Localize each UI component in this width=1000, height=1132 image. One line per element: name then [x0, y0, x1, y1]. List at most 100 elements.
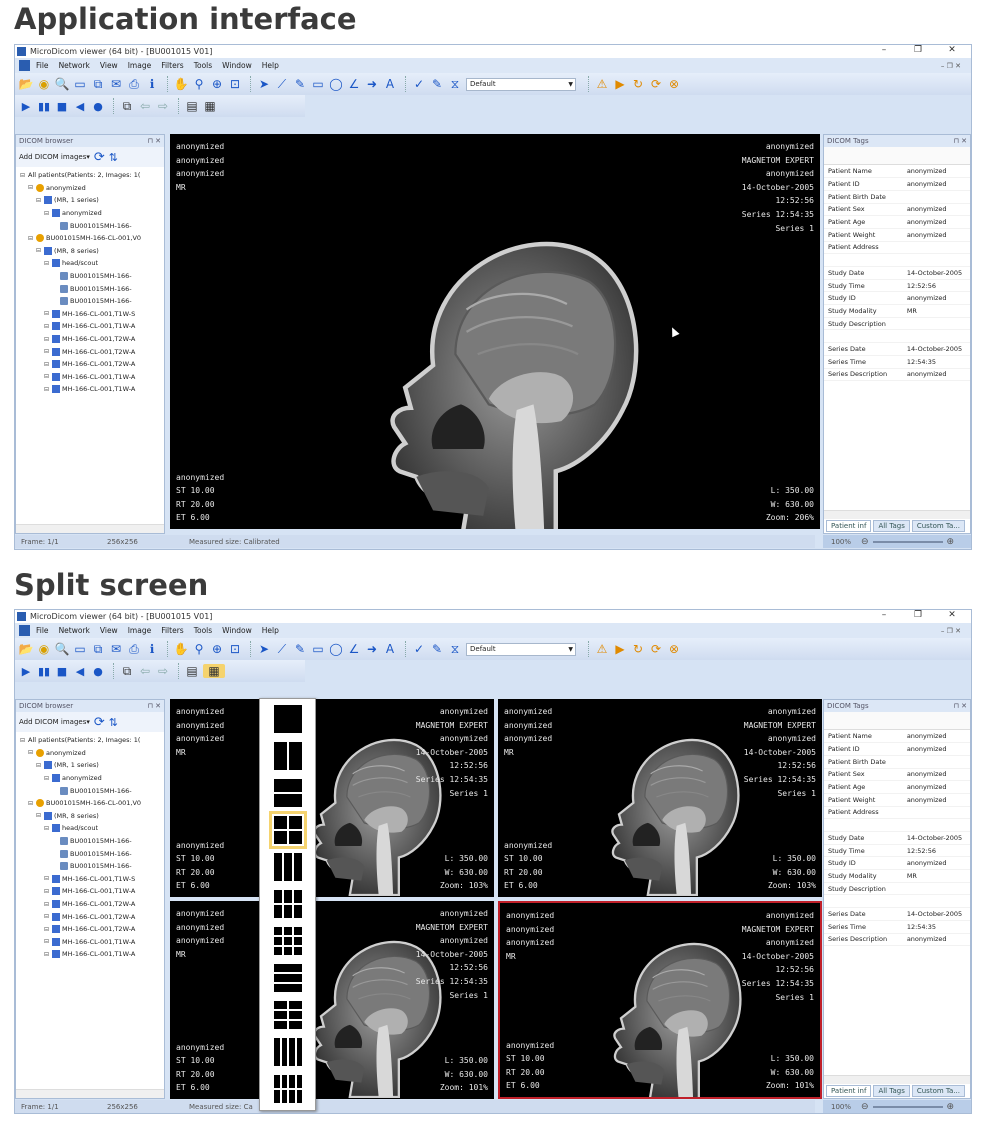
zoom-out-icon[interactable]: ⊖: [861, 1102, 869, 1112]
menu-item-file[interactable]: File: [36, 61, 49, 70]
back-arrow-icon[interactable]: ⇦: [138, 664, 152, 678]
record-icon[interactable]: ●: [91, 664, 105, 678]
layout-2x1-icon[interactable]: [272, 777, 304, 809]
expand-toggle-icon[interactable]: ⊟: [20, 737, 27, 744]
reset-icon[interactable]: ⊗: [667, 77, 681, 91]
tab-2[interactable]: Custom Ta...: [911, 520, 965, 532]
forward-arrow-icon[interactable]: ⇨: [156, 664, 170, 678]
sort-icon[interactable]: ⇅: [109, 151, 118, 164]
menu-item-tools[interactable]: Tools: [194, 626, 212, 635]
disc-icon[interactable]: ◉: [37, 642, 51, 656]
tree-node[interactable]: ⊟ (MR, 8 series): [18, 245, 164, 258]
tree-node[interactable]: ⊟ MH-166-CL-001,T1W-A: [18, 936, 164, 949]
layout-2x3-icon[interactable]: [272, 888, 304, 920]
menu-item-window[interactable]: Window: [222, 61, 252, 70]
fit-icon[interactable]: ⊡: [228, 77, 242, 91]
panel-pin-icon[interactable]: ⊓ ✕: [953, 137, 970, 145]
tree-node[interactable]: ⊟ MH-166-CL-001,T1W-A: [18, 320, 164, 333]
menu-item-filters[interactable]: Filters: [161, 61, 183, 70]
layout-1x4-icon[interactable]: [272, 1036, 304, 1068]
tree-node[interactable]: ⊟ (MR, 1 series): [18, 759, 164, 772]
tab-1[interactable]: All Tags: [873, 520, 910, 532]
layout-1x3-icon[interactable]: [272, 851, 304, 883]
fit-icon[interactable]: ⊡: [228, 642, 242, 656]
layout-1x2-icon[interactable]: [272, 740, 304, 772]
export-icon[interactable]: ▭: [73, 642, 87, 656]
tree-node[interactable]: BU001015MH-166-: [18, 847, 164, 860]
panel-pin-icon[interactable]: ⊓ ✕: [147, 702, 164, 710]
chevron-down-icon[interactable]: ▾: [86, 718, 90, 726]
expand-toggle-icon[interactable]: ⊟: [44, 210, 51, 217]
preset-combo[interactable]: Default ▼: [466, 642, 576, 656]
prev-icon[interactable]: ◀: [73, 99, 87, 113]
play-icon[interactable]: ▶: [19, 99, 33, 113]
expand-toggle-icon[interactable]: ⊟: [44, 901, 51, 908]
close-icon[interactable]: ✕: [945, 610, 959, 620]
split-layout-icon[interactable]: ▦: [203, 664, 225, 678]
disc-icon[interactable]: ◉: [37, 77, 51, 91]
menu-item-filters[interactable]: Filters: [161, 626, 183, 635]
expand-toggle-icon[interactable]: ⊟: [44, 336, 51, 343]
tree-node[interactable]: ⊟ All patients(Patients: 2, Images: 1(: [18, 169, 164, 182]
image-viewport[interactable]: anonymized anonymized anonymized MR anonymiz…: [170, 901, 494, 1099]
tree-node[interactable]: ⊟ MH-166-CL-001,T2W-A: [18, 898, 164, 911]
expand-toggle-icon[interactable]: ⊟: [44, 875, 51, 882]
app-menu-icon[interactable]: [19, 60, 30, 71]
ellipse-icon[interactable]: ◯: [329, 77, 343, 91]
menu-item-file[interactable]: File: [36, 626, 49, 635]
pen-icon[interactable]: ✎: [430, 77, 444, 91]
tab-2[interactable]: Custom Ta...: [911, 1085, 965, 1097]
pointer-icon[interactable]: ➤: [257, 77, 271, 91]
tree-node[interactable]: ⊟ anonymized: [18, 747, 164, 760]
single-view-icon[interactable]: ▤: [185, 99, 199, 113]
maximize-icon[interactable]: ❐: [911, 610, 925, 620]
maximize-icon[interactable]: ❐: [911, 45, 925, 55]
filter-icon[interactable]: ⧖: [448, 77, 462, 91]
forward-arrow-icon[interactable]: ⇨: [156, 99, 170, 113]
tree-node[interactable]: ⊟ MH-166-CL-001,T2W-A: [18, 923, 164, 936]
refresh-icon[interactable]: ⟳: [94, 715, 105, 730]
zoom-slider[interactable]: [872, 1105, 943, 1108]
refresh-icon[interactable]: ⟳: [649, 77, 663, 91]
menu-item-help[interactable]: Help: [262, 61, 279, 70]
expand-toggle-icon[interactable]: ⊟: [44, 926, 51, 933]
expand-toggle-icon[interactable]: ⊟: [44, 373, 51, 380]
horizontal-scrollbar[interactable]: [16, 524, 164, 533]
expand-toggle-icon[interactable]: ⊟: [28, 235, 35, 242]
play-icon[interactable]: ▶: [613, 77, 627, 91]
pen-icon[interactable]: ✎: [430, 642, 444, 656]
email-icon[interactable]: ✉: [109, 77, 123, 91]
expand-toggle-icon[interactable]: ⊟: [36, 812, 43, 819]
menu-item-view[interactable]: View: [100, 626, 118, 635]
info-icon[interactable]: ℹ: [145, 642, 159, 656]
ellipse-icon[interactable]: ◯: [329, 642, 343, 656]
prev-icon[interactable]: ◀: [73, 664, 87, 678]
expand-toggle-icon[interactable]: ⊟: [28, 800, 35, 807]
layout-2x4-icon[interactable]: [272, 1073, 304, 1105]
tree-node[interactable]: ⊟ MH-166-CL-001,T1W-S: [18, 873, 164, 886]
reset-icon[interactable]: ⊗: [667, 642, 681, 656]
add-dicom-images-button[interactable]: Add DICOM images: [19, 153, 86, 161]
tree-node[interactable]: ⊟ MH-166-CL-001,T1W-A: [18, 885, 164, 898]
menu-item-network[interactable]: Network: [59, 61, 90, 70]
folder-search-icon[interactable]: 🔍: [55, 77, 70, 91]
tree-node[interactable]: ⊟ BU001015MH-166-CL-001,V0: [18, 797, 164, 810]
refresh-icon[interactable]: ⟳: [94, 150, 105, 165]
menu-item-help[interactable]: Help: [262, 626, 279, 635]
magnify-icon[interactable]: ⊕: [210, 642, 224, 656]
panel-pin-icon[interactable]: ⊓ ✕: [953, 702, 970, 710]
expand-toggle-icon[interactable]: ⊟: [28, 749, 35, 756]
back-arrow-icon[interactable]: ⇦: [138, 99, 152, 113]
record-icon[interactable]: ●: [91, 99, 105, 113]
tree-node[interactable]: BU001015MH-166-: [18, 835, 164, 848]
tree-node[interactable]: BU001015MH-166-: [18, 860, 164, 873]
add-dicom-images-button[interactable]: Add DICOM images: [19, 718, 86, 726]
pause-icon[interactable]: ▮▮: [37, 664, 51, 678]
tree-node[interactable]: ⊟ (MR, 8 series): [18, 810, 164, 823]
pencil-icon[interactable]: ✎: [293, 77, 307, 91]
tab-0[interactable]: Patient inf: [826, 1085, 872, 1097]
panel-pin-icon[interactable]: ⊓ ✕: [147, 137, 164, 145]
warning-icon[interactable]: ⚠: [595, 77, 609, 91]
tree-node[interactable]: ⊟ head/scout: [18, 257, 164, 270]
tab-0[interactable]: Patient inf: [826, 520, 872, 532]
